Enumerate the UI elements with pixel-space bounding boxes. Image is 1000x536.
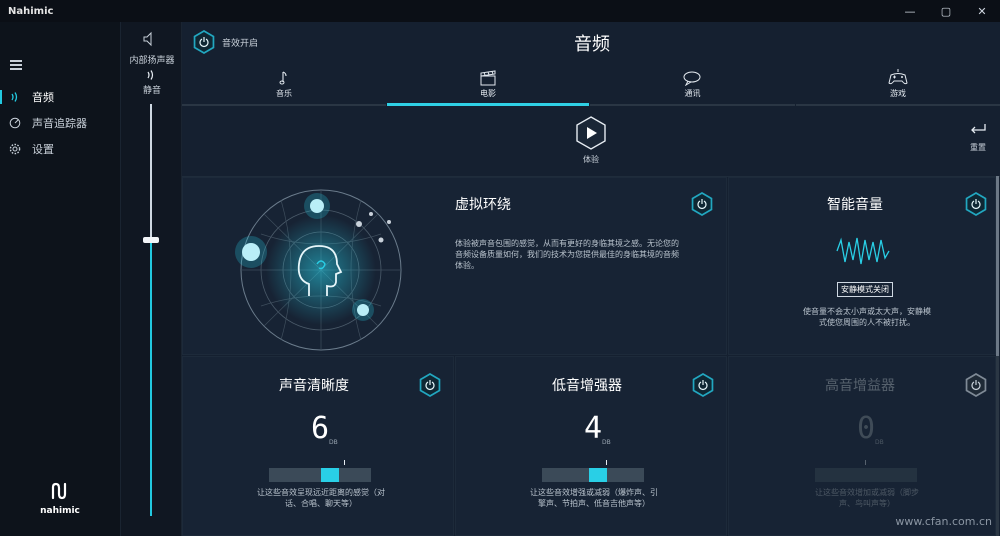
radar-icon	[8, 116, 22, 130]
clapperboard-icon	[480, 70, 496, 86]
treble-boost-card: 高音增益器 0 DB 让这些音效增加或减弱（脚步 声、鸟叫声等）	[728, 356, 996, 536]
bass-slider-tick	[606, 460, 607, 465]
bass-power-button[interactable]	[691, 373, 715, 397]
tab-music[interactable]: 音乐	[182, 62, 386, 106]
clarity-slider-tick	[344, 460, 345, 465]
smart-volume-power-button[interactable]	[964, 192, 988, 216]
minimize-button[interactable]: —	[892, 0, 928, 22]
title-bar: Nahimic — ▢ ✕	[0, 0, 1000, 22]
profile-tabs: 音乐 电影 通讯 游戏	[182, 62, 1000, 106]
nahimic-logo-mark-icon	[51, 482, 67, 500]
clarity-title: 声音清晰度	[279, 378, 349, 394]
left-navigation: 音频 声音追踪器 设置 nahimic	[0, 22, 120, 536]
bass-value: 4	[584, 411, 603, 446]
nav-item-audio[interactable]: 音频	[0, 86, 120, 108]
audio-wave-icon	[8, 90, 22, 104]
gear-icon	[8, 142, 22, 156]
surround-sphere-illustration	[235, 189, 402, 351]
return-arrow-icon	[971, 124, 986, 134]
maximize-button[interactable]: ▢	[928, 0, 964, 22]
surround-title: 虚拟环绕	[455, 197, 511, 213]
tab-movie[interactable]: 电影	[387, 62, 589, 106]
power-icon	[971, 199, 981, 209]
output-panel: 内部扬声器 静音	[120, 22, 182, 536]
speaker-icon[interactable]	[141, 30, 159, 52]
tab-label: 音乐	[276, 89, 292, 98]
close-button[interactable]: ✕	[964, 0, 1000, 22]
power-icon	[698, 380, 708, 390]
volume-slider-thumb[interactable]	[143, 237, 159, 243]
clarity-slider-fill	[321, 468, 339, 482]
treble-slider[interactable]	[815, 460, 917, 482]
bass-title: 低音增强器	[552, 378, 622, 394]
nav-item-label: 声音追踪器	[32, 117, 87, 130]
clarity-unit: DB	[329, 439, 338, 446]
effects-power-button[interactable]	[192, 30, 216, 54]
hamburger-menu-icon[interactable]	[10, 60, 22, 70]
clarity-description: 让这些音效呈现远近距离的感觉（对 话、合唱、聊天等）	[257, 488, 385, 508]
treble-unit: DB	[875, 439, 884, 446]
treble-title: 高音增益器	[825, 378, 895, 394]
tab-label: 通讯	[684, 89, 701, 98]
chat-bubble-icon	[683, 71, 700, 86]
mute-label[interactable]: 静音	[121, 83, 183, 96]
bass-boost-card: 低音增强器 4 DB 让这些音效增强或减弱（爆炸声、引 擎声、节拍声、低音吉他声…	[455, 356, 727, 536]
treble-value: 0	[857, 411, 876, 446]
volume-slider-remaining	[150, 104, 152, 240]
voice-clarity-card: 声音清晰度 6 DB 让这些音效呈现远近距离的感觉（对 话、合唱、聊天等）	[182, 356, 454, 536]
smart-volume-card: 智能音量 安静模式关闭 使音量不会太小声或太大声，安静模 式使您周围的人不被打扰…	[728, 177, 996, 355]
bass-unit: DB	[602, 439, 611, 446]
window-controls: — ▢ ✕	[892, 0, 1000, 22]
power-icon	[971, 380, 981, 390]
nav-item-settings[interactable]: 设置	[0, 138, 120, 160]
nav-item-sound-tracker[interactable]: 声音追踪器	[0, 112, 120, 134]
music-note-icon	[279, 71, 287, 85]
gamepad-icon	[888, 69, 908, 85]
treble-power-button[interactable]	[964, 373, 988, 397]
app-title: Nahimic	[8, 5, 54, 17]
experience-label: 体验	[583, 155, 599, 164]
quiet-mode-toggle[interactable]: 安静模式关闭	[837, 282, 893, 297]
nahimic-logo: nahimic	[38, 482, 82, 516]
brand-name: nahimic	[40, 506, 80, 516]
play-icon	[576, 116, 606, 150]
tab-games[interactable]: 游戏	[796, 62, 1000, 106]
surround-description: 体验被声音包围的感觉，从而有更好的身临其境之感。无论您的 音频设备质量如何，我们…	[455, 239, 679, 270]
treble-description: 让这些音效增加或减弱（脚步 声、鸟叫声等）	[815, 488, 919, 508]
reset-label: 重置	[970, 143, 986, 152]
nav-item-label: 音频	[32, 91, 54, 104]
tab-label: 电影	[480, 89, 496, 98]
reset-button[interactable]: 重置	[964, 122, 992, 153]
virtual-surround-card: 虚拟环绕 体验被声音包围的感觉，从而有更好的身临其境之感。无论您的 音频设备质量…	[182, 177, 727, 355]
power-icon	[199, 37, 209, 47]
experience-play-button[interactable]	[574, 116, 608, 150]
bass-slider-fill	[589, 468, 607, 482]
nav-item-label: 设置	[32, 143, 54, 156]
tab-communication[interactable]: 通讯	[590, 62, 795, 106]
output-device-label[interactable]: 内部扬声器	[121, 53, 183, 66]
tab-label: 游戏	[890, 89, 906, 98]
clarity-power-button[interactable]	[418, 373, 442, 397]
power-icon	[425, 380, 435, 390]
waveform-icon	[836, 237, 890, 265]
effects-status-label: 音效开启	[222, 39, 259, 49]
bass-slider[interactable]	[542, 460, 644, 482]
page-title: 音频	[574, 34, 610, 55]
surround-power-button[interactable]	[690, 192, 714, 216]
clarity-value: 6	[311, 411, 330, 446]
scrollbar-thumb[interactable]	[996, 176, 999, 356]
bass-description: 让这些音效增强或减弱（爆炸声、引 擎声、节拍声、低音吉他声等）	[530, 488, 658, 508]
main-panel: 音效开启 音频 音乐 电影 通讯 游戏 体验 重置 虚拟环绕 体验被声音包围的感…	[182, 22, 1000, 536]
watermark: www.cfan.com.cn	[895, 515, 992, 528]
smart-volume-title: 智能音量	[827, 197, 883, 213]
smart-volume-description: 使音量不会太小声或太大声，安静模 式使您周围的人不被打扰。	[803, 307, 931, 327]
power-icon	[697, 199, 707, 209]
treble-slider-tick	[865, 460, 866, 465]
clarity-slider[interactable]	[269, 460, 371, 482]
